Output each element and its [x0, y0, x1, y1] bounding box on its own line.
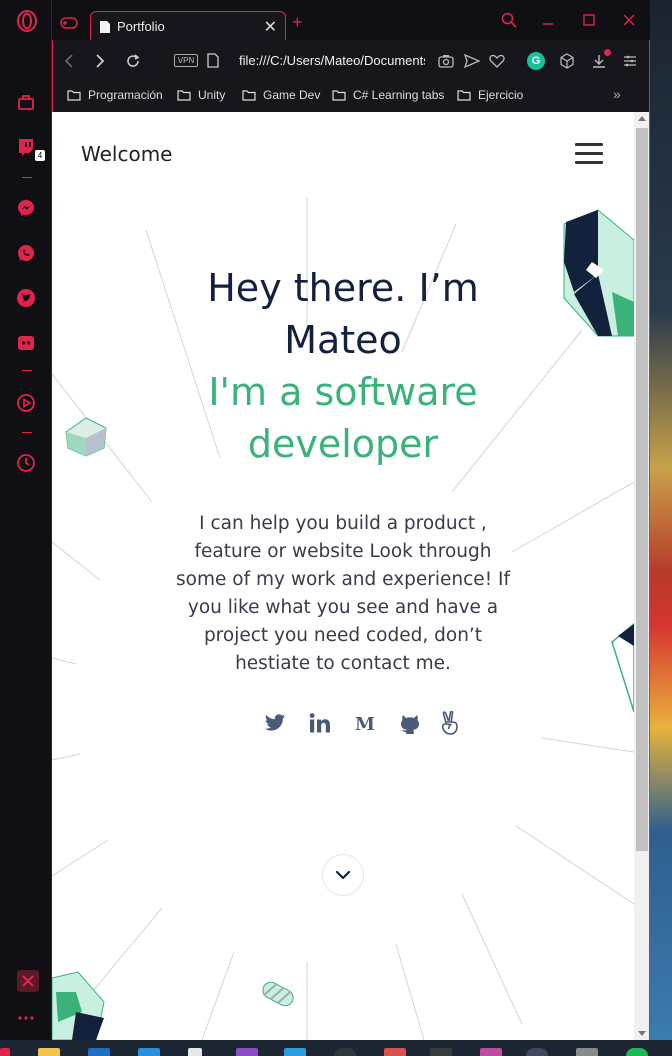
- hamburger-menu-icon[interactable]: [575, 143, 603, 165]
- taskbar-explorer-icon[interactable]: [38, 1048, 60, 1056]
- taskbar-calendar-icon[interactable]: [138, 1048, 160, 1056]
- grammarly-extension-icon[interactable]: G: [527, 52, 545, 70]
- url-field[interactable]: file:///C:/Users/Mateo/Documents/Portfol…: [239, 53, 425, 68]
- page-scrollbar[interactable]: [634, 112, 650, 1040]
- linkedin-icon[interactable]: [307, 710, 333, 736]
- twitch-icon[interactable]: [16, 137, 36, 157]
- download-badge: [604, 49, 611, 56]
- extensions-cube-icon[interactable]: [558, 52, 576, 70]
- scroll-up-arrow-icon[interactable]: [638, 116, 646, 121]
- sidebar-separator: [22, 370, 32, 371]
- bookmark-folder[interactable]: Ejercicio: [457, 88, 523, 102]
- page-viewport: Welcome Hey there. I’m Mateo I'm a softw…: [52, 112, 634, 1040]
- snapshot-camera-icon[interactable]: [437, 52, 455, 70]
- svg-text:M: M: [355, 714, 375, 732]
- twitter-icon[interactable]: [262, 710, 288, 736]
- hero-title-line: Mateo: [284, 318, 402, 362]
- folder-icon: [332, 89, 346, 101]
- easy-setup-icon[interactable]: [621, 52, 639, 70]
- page-icon: [207, 53, 219, 73]
- reload-button[interactable]: [124, 52, 142, 70]
- browser-titlebar: Portfolio ✕ +: [52, 0, 650, 41]
- decorative-pill: [262, 981, 294, 1007]
- back-button[interactable]: [60, 52, 78, 70]
- taskbar-unity-icon[interactable]: [188, 1048, 202, 1056]
- site-brand[interactable]: Welcome: [81, 142, 172, 166]
- hero-description: I can help you build a product , feature…: [176, 513, 510, 674]
- hero-subtitle-line: I'm a software: [208, 370, 478, 414]
- desktop-wallpaper: [650, 0, 672, 1040]
- close-window-button[interactable]: [619, 10, 639, 30]
- search-tabs-icon[interactable]: [499, 10, 519, 30]
- taskbar-app-icon[interactable]: [334, 1048, 356, 1056]
- hero-subtitle-line: developer: [247, 422, 439, 466]
- bookmark-folder[interactable]: Game Dev: [242, 88, 320, 102]
- taskbar-app-icon[interactable]: [88, 1048, 110, 1056]
- decorative-prism: [611, 623, 634, 713]
- twitch-badge: 4: [35, 150, 45, 161]
- sidebar-separator: [22, 177, 32, 178]
- bookmark-label: Unity: [198, 88, 226, 102]
- address-bar: VPN file:///C:/Users/Mateo/Documents/Por…: [52, 40, 650, 82]
- bookmark-label: Game Dev: [263, 88, 321, 102]
- decorative-gem-bottom: [52, 971, 105, 1040]
- browser-sidebar: 4: [0, 0, 52, 1040]
- folder-icon: [242, 89, 256, 101]
- messenger-icon[interactable]: [16, 198, 36, 218]
- twitter-sidebar-icon[interactable]: [16, 288, 36, 308]
- taskbar-vscode-icon[interactable]: [284, 1048, 306, 1056]
- chevron-down-icon: [335, 870, 351, 880]
- taskbar-app-icon[interactable]: [526, 1048, 548, 1056]
- shopping-bag-icon[interactable]: [16, 92, 36, 112]
- bookmark-folder[interactable]: Unity: [177, 88, 225, 102]
- tab-title: Portfolio: [117, 19, 165, 34]
- minimize-button[interactable]: [538, 10, 558, 30]
- bookmarks-bar: Programación Unity Game Dev C# Learning …: [52, 82, 650, 112]
- taskbar-terminal-icon[interactable]: [430, 1048, 452, 1056]
- whatsapp-icon[interactable]: [16, 243, 36, 263]
- tab-portfolio[interactable]: Portfolio ✕: [90, 11, 286, 41]
- hero-title-line: Hey there. I’m: [207, 266, 479, 310]
- more-bookmarks-icon[interactable]: »: [613, 86, 621, 102]
- folder-icon: [67, 89, 81, 101]
- bookmark-label: C# Learning tabs: [353, 88, 445, 102]
- medium-icon[interactable]: M: [352, 710, 378, 736]
- gamepad-icon[interactable]: [60, 16, 78, 34]
- folder-icon: [177, 89, 191, 101]
- heart-bookmark-icon[interactable]: [488, 52, 506, 70]
- social-links: M: [257, 710, 467, 738]
- taskbar-opera-icon[interactable]: [0, 1048, 10, 1056]
- page-icon: [100, 20, 110, 33]
- github-icon[interactable]: [397, 710, 423, 736]
- more-options-icon[interactable]: [16, 1008, 36, 1028]
- customize-sidebar-icon[interactable]: [17, 970, 39, 992]
- send-icon[interactable]: [463, 52, 481, 70]
- taskbar-app-icon[interactable]: [384, 1048, 406, 1056]
- bookmark-folder[interactable]: C# Learning tabs: [332, 88, 444, 102]
- scroll-down-arrow-icon[interactable]: [638, 1031, 646, 1036]
- scroll-thumb[interactable]: [636, 128, 648, 851]
- taskbar-visual-studio-icon[interactable]: [236, 1048, 258, 1056]
- scroll-down-button[interactable]: [322, 854, 364, 896]
- discord-icon[interactable]: [16, 333, 36, 353]
- bookmark-folder[interactable]: Programación: [67, 88, 163, 102]
- sidebar-separator: [22, 432, 32, 433]
- folder-icon: [457, 89, 471, 101]
- maximize-button[interactable]: [579, 10, 599, 30]
- angellist-icon[interactable]: [437, 710, 463, 736]
- opera-logo-icon[interactable]: [16, 10, 38, 32]
- new-tab-button[interactable]: +: [292, 12, 303, 33]
- player-icon[interactable]: [16, 393, 36, 413]
- bookmark-label: Programación: [88, 88, 163, 102]
- windows-taskbar: [0, 1040, 672, 1056]
- forward-button[interactable]: [91, 52, 109, 70]
- history-clock-icon[interactable]: [16, 453, 36, 473]
- vpn-badge[interactable]: VPN: [174, 54, 198, 67]
- taskbar-app-icon[interactable]: [576, 1048, 598, 1056]
- taskbar-spotify-icon[interactable]: [626, 1048, 648, 1056]
- hero-section: Hey there. I’m Mateo I'm a software deve…: [52, 262, 634, 470]
- tab-close-icon[interactable]: ✕: [264, 17, 277, 37]
- bookmark-label: Ejercicio: [478, 88, 524, 102]
- taskbar-app-icon[interactable]: [480, 1048, 502, 1056]
